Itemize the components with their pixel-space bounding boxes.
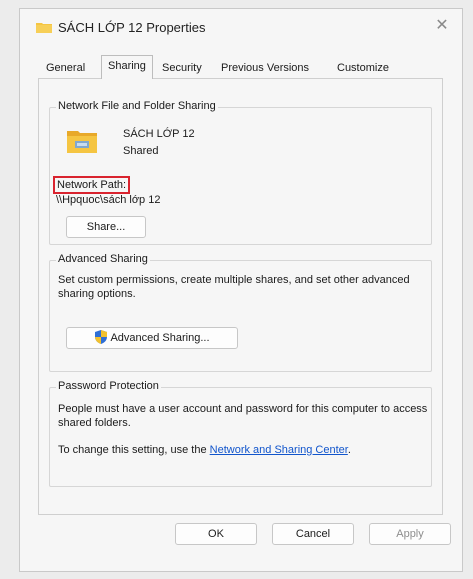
- tab-sharing[interactable]: Sharing: [101, 55, 153, 79]
- change-setting-prefix: To change this setting, use the: [58, 444, 210, 456]
- password-protection-title: Password Protection: [56, 380, 161, 392]
- sharing-panel: Network File and Folder Sharing SÁCH LỚP…: [38, 78, 443, 515]
- ok-button[interactable]: OK: [175, 523, 257, 545]
- advanced-sharing-button[interactable]: Advanced Sharing...: [66, 327, 238, 349]
- title-bar[interactable]: SÁCH LỚP 12 Properties ✕: [20, 9, 462, 45]
- tab-customize[interactable]: Customize: [331, 59, 395, 77]
- change-setting-text: To change this setting, use the Network …: [58, 443, 433, 457]
- tab-bar: General Sharing Security Previous Versio…: [38, 55, 443, 79]
- shield-icon: [95, 330, 108, 344]
- tab-security[interactable]: Security: [156, 59, 208, 77]
- share-button[interactable]: Share...: [66, 216, 146, 238]
- cancel-button[interactable]: Cancel: [272, 523, 354, 545]
- network-path-value: \\Hpquoc\sách lớp 12: [56, 194, 161, 206]
- advanced-sharing-group: Advanced Sharing Set custom permissions,…: [49, 253, 432, 372]
- network-sharing-center-link[interactable]: Network and Sharing Center: [210, 444, 348, 456]
- tab-general[interactable]: General: [40, 59, 91, 77]
- advanced-sharing-description: Set custom permissions, create multiple …: [58, 274, 410, 300]
- change-setting-suffix: .: [347, 444, 351, 456]
- shared-folder-icon: [67, 131, 97, 153]
- share-status: Shared: [123, 145, 159, 157]
- folder-name: SÁCH LỚP 12: [123, 128, 195, 140]
- folder-icon: [36, 23, 52, 33]
- advanced-sharing-button-label: Advanced Sharing...: [110, 332, 210, 344]
- password-protection-group: Password Protection People must have a u…: [49, 380, 433, 487]
- window-title: SÁCH LỚP 12 Properties: [58, 20, 206, 35]
- network-sharing-group: Network File and Folder Sharing SÁCH LỚP…: [49, 100, 432, 245]
- password-protection-description: People must have a user account and pass…: [58, 403, 428, 429]
- tab-previous-versions[interactable]: Previous Versions: [215, 59, 315, 77]
- network-sharing-title: Network File and Folder Sharing: [56, 100, 218, 112]
- properties-dialog: SÁCH LỚP 12 Properties ✕ General Sharing…: [19, 8, 463, 572]
- advanced-sharing-title: Advanced Sharing: [56, 253, 150, 265]
- close-icon[interactable]: ✕: [434, 18, 450, 34]
- apply-button[interactable]: Apply: [369, 523, 451, 545]
- network-path-label: Network Path:: [53, 176, 131, 194]
